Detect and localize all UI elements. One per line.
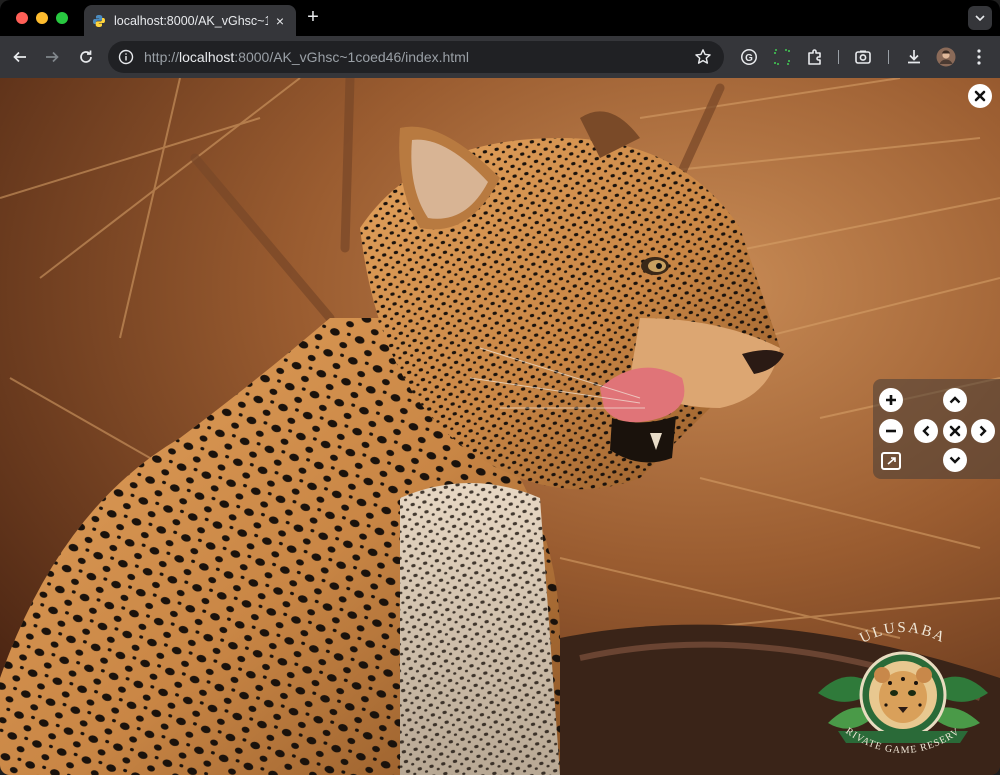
close-icon <box>949 425 961 437</box>
browser-window: localhost:8000/AK_vGhsc~1c × + http://lo… <box>0 0 1000 775</box>
python-favicon-icon <box>92 14 106 28</box>
zoom-out-button[interactable] <box>879 419 903 443</box>
pan-right-button[interactable] <box>971 419 995 443</box>
new-tab-button[interactable]: + <box>302 7 324 29</box>
zoom-window-button[interactable] <box>56 12 68 24</box>
minimize-window-button[interactable] <box>36 12 48 24</box>
arrow-right-icon <box>46 51 59 63</box>
back-button[interactable] <box>8 45 32 69</box>
close-viewer-button[interactable] <box>968 84 992 108</box>
grammarly-extension-icon[interactable]: G <box>737 45 761 69</box>
screen-capture-extension-icon[interactable] <box>770 45 794 69</box>
toolbar-divider <box>838 50 839 64</box>
close-window-button[interactable] <box>16 12 28 24</box>
profile-avatar[interactable] <box>934 45 958 69</box>
extensions-puzzle-icon[interactable] <box>803 45 827 69</box>
chevron-left-icon <box>922 425 930 437</box>
lens-screenshot-icon[interactable] <box>851 45 875 69</box>
plus-icon <box>886 395 896 405</box>
viewer-controls-panel <box>873 379 1000 479</box>
pan-down-button[interactable] <box>943 448 967 472</box>
page-content: ULUSABA PRIVATE GAME RESERVE <box>0 78 1000 775</box>
logo-title-text: ULUSABA <box>857 620 946 647</box>
download-icon[interactable] <box>902 45 926 69</box>
reload-button[interactable] <box>74 45 98 69</box>
tab-title: localhost:8000/AK_vGhsc~1c <box>114 13 268 28</box>
bookmark-star-icon[interactable] <box>694 48 712 66</box>
close-icon <box>974 90 986 102</box>
chevron-down-icon <box>975 15 985 21</box>
tab-close-icon[interactable]: × <box>272 13 288 29</box>
tab-search-button[interactable] <box>968 6 992 30</box>
reload-icon <box>80 50 92 63</box>
reset-view-button[interactable] <box>943 419 967 443</box>
site-info-icon[interactable] <box>118 49 134 65</box>
chevron-down-icon <box>949 456 961 464</box>
pan-up-button[interactable] <box>943 388 967 412</box>
svg-text:ULUSABA: ULUSABA <box>857 620 948 647</box>
address-bar[interactable]: http://localhost:8000/AK_vGhsc~1coed46/i… <box>108 41 724 73</box>
zoom-in-button[interactable] <box>879 388 903 412</box>
arrow-left-icon <box>13 51 26 63</box>
pan-left-button[interactable] <box>914 419 938 443</box>
chevron-up-icon <box>949 396 961 404</box>
tab-strip: localhost:8000/AK_vGhsc~1c × + <box>0 0 1000 36</box>
chevron-right-icon <box>979 425 987 437</box>
svg-text:G: G <box>745 53 753 64</box>
more-menu-icon[interactable] <box>967 45 991 69</box>
tab-active[interactable]: localhost:8000/AK_vGhsc~1c × <box>84 5 296 36</box>
url-text: http://localhost:8000/AK_vGhsc~1coed46/i… <box>144 49 469 65</box>
fullscreen-button[interactable] <box>881 452 901 470</box>
forward-button[interactable] <box>40 45 64 69</box>
browser-toolbar: http://localhost:8000/AK_vGhsc~1coed46/i… <box>0 36 1000 78</box>
toolbar-divider <box>888 50 889 64</box>
minus-icon <box>886 429 896 433</box>
fullscreen-icon <box>887 457 896 465</box>
ulusaba-logo: ULUSABA PRIVATE GAME RESERVE <box>808 613 988 756</box>
